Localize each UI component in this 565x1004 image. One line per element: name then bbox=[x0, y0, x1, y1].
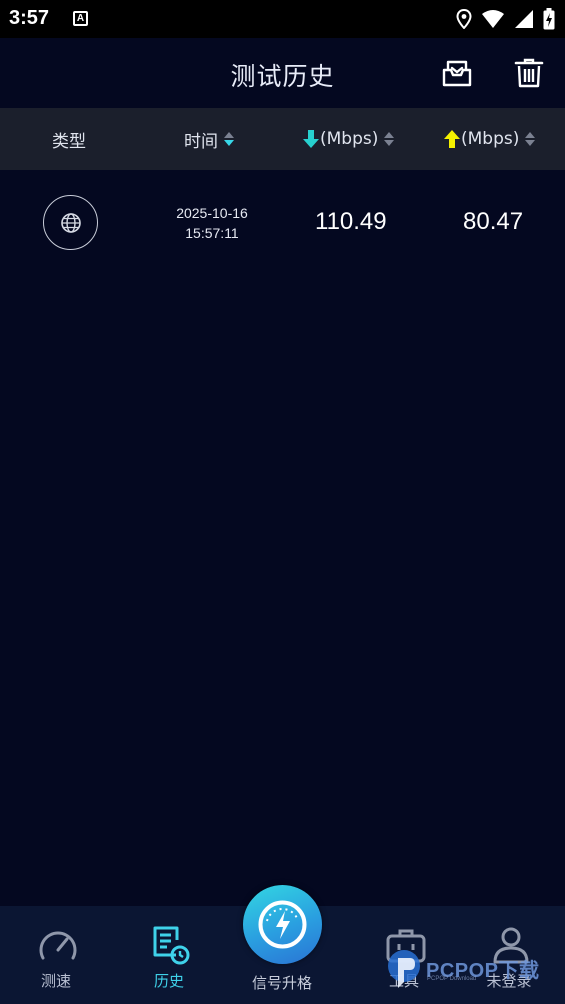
connection-type-badge bbox=[43, 195, 98, 250]
watermark: PCPOP下载 PCPOP Download bbox=[384, 946, 560, 996]
globe-icon bbox=[60, 212, 81, 233]
nav-speedtest-label: 测速 bbox=[40, 972, 71, 990]
delete-all-button[interactable] bbox=[510, 54, 548, 92]
location-icon bbox=[456, 9, 472, 29]
upload-arrow-icon bbox=[444, 130, 460, 148]
notification-a-icon: A bbox=[73, 11, 88, 26]
screen: 3:57 A 测试历史 类型 时间 (Mbps) (Mbps) 2025-10-… bbox=[0, 0, 565, 1004]
signal-icon bbox=[515, 10, 533, 28]
sort-by-download-button[interactable]: (Mbps) bbox=[302, 108, 395, 170]
status-time: 3:57 bbox=[9, 7, 50, 29]
column-download-label: (Mbps) bbox=[320, 129, 379, 149]
trash-icon bbox=[514, 58, 544, 88]
nav-speedtest[interactable]: 测速 bbox=[6, 906, 106, 1004]
sort-arrows-icon bbox=[384, 132, 395, 146]
header: 测试历史 bbox=[0, 38, 565, 108]
sort-arrows-icon bbox=[525, 132, 536, 146]
sort-by-time-button[interactable]: 时间 bbox=[184, 108, 234, 170]
record-time: 15:57:11 bbox=[185, 225, 239, 241]
column-header: 类型 时间 (Mbps) (Mbps) bbox=[0, 108, 565, 170]
status-bar: 3:57 A bbox=[0, 0, 565, 38]
page-title: 测试历史 bbox=[230, 62, 335, 91]
download-arrow-icon bbox=[303, 130, 319, 148]
column-type-label: 类型 bbox=[52, 131, 86, 152]
record-upload: 80.47 bbox=[463, 208, 524, 235]
signal-boost-label: 信号升格 bbox=[251, 974, 312, 992]
export-button[interactable] bbox=[438, 54, 476, 92]
status-icons bbox=[456, 8, 555, 30]
battery-icon bbox=[543, 8, 555, 30]
column-upload-label: (Mbps) bbox=[461, 129, 520, 149]
watermark-logo-icon bbox=[388, 950, 420, 988]
inbox-icon bbox=[442, 60, 472, 87]
sort-arrows-icon bbox=[224, 132, 234, 146]
column-type: 类型 bbox=[52, 108, 86, 170]
history-row[interactable]: 2025-10-16 15:57:11 110.49 80.47 bbox=[0, 172, 565, 274]
record-date: 2025-10-16 bbox=[176, 205, 248, 221]
history-icon bbox=[153, 926, 190, 965]
nav-history[interactable]: 历史 bbox=[119, 906, 219, 1004]
record-datetime: 2025-10-16 15:57:11 bbox=[152, 203, 272, 243]
column-time-label: 时间 bbox=[184, 131, 218, 152]
signal-boost-button[interactable] bbox=[243, 885, 322, 964]
wifi-icon bbox=[482, 10, 504, 28]
boost-gauge-icon bbox=[258, 900, 307, 949]
speedometer-icon bbox=[39, 931, 77, 960]
watermark-sub: PCPOP Download bbox=[427, 976, 477, 982]
nav-history-label: 历史 bbox=[153, 972, 184, 990]
record-download: 110.49 bbox=[315, 208, 387, 235]
sort-by-upload-button[interactable]: (Mbps) bbox=[443, 108, 536, 170]
